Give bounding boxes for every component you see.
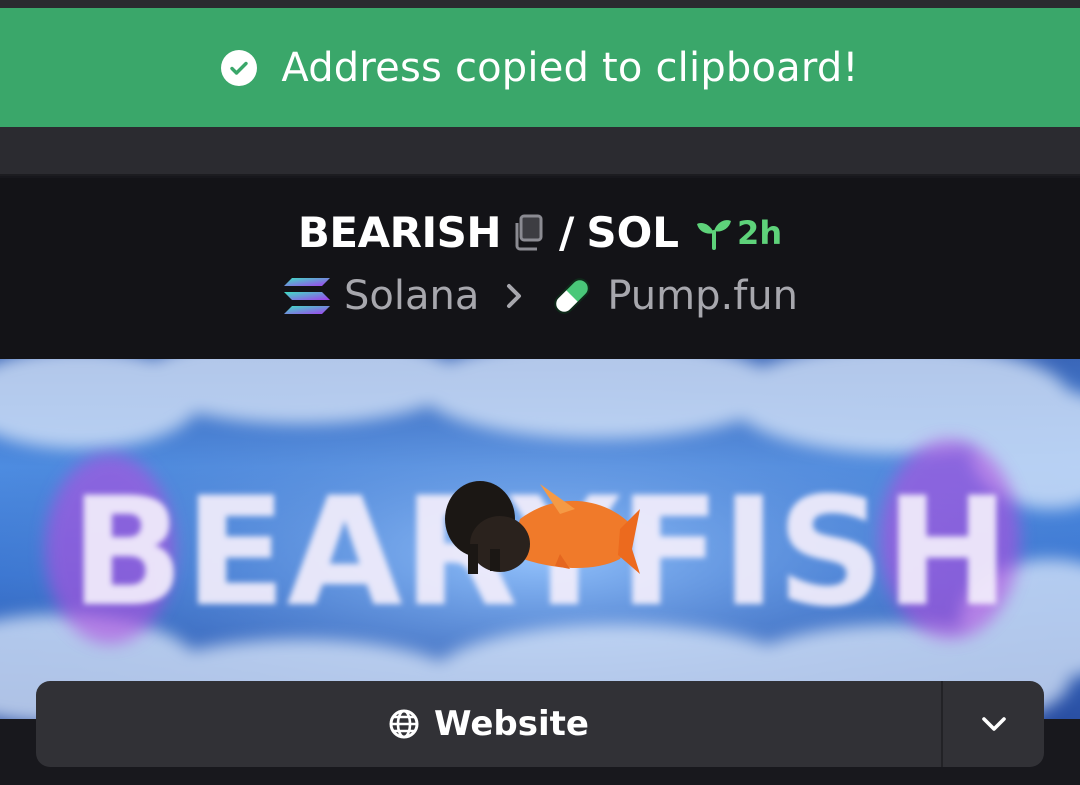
pair-header: BEARISH / SOL 2h Solana Pump.fun (0, 178, 1080, 359)
check-circle-icon (221, 49, 258, 86)
copy-icon[interactable] (511, 214, 545, 252)
quote-token-symbol: SOL (586, 208, 680, 257)
pair-age-text: 2h (737, 213, 783, 252)
banner-image: BEARYFISH (0, 359, 1080, 719)
pair-title: BEARISH / SOL 2h (0, 208, 1080, 257)
status-top-bar (0, 0, 1080, 8)
sprout-icon (695, 216, 733, 250)
breadcrumb: Solana Pump.fun (0, 273, 1080, 319)
website-button-group: Website (36, 681, 1044, 767)
toast-message: Address copied to clipboard! (281, 44, 859, 91)
globe-icon (388, 708, 420, 740)
pair-age-badge: 2h (695, 214, 782, 252)
pair-separator: / (558, 208, 575, 257)
breadcrumb-chain[interactable]: Solana (344, 273, 479, 319)
pill-icon (549, 273, 595, 319)
chevron-right-icon (505, 283, 523, 309)
website-button[interactable]: Website (36, 681, 943, 767)
breadcrumb-dex[interactable]: Pump.fun (607, 273, 798, 319)
toast-notification: Address copied to clipboard! (0, 8, 1080, 127)
base-token-symbol: BEARISH (297, 208, 502, 257)
nav-band (0, 127, 1080, 176)
links-dropdown-button[interactable] (943, 681, 1044, 767)
website-button-label: Website (434, 704, 589, 744)
chevron-down-icon (981, 715, 1007, 733)
solana-icon (282, 276, 332, 316)
